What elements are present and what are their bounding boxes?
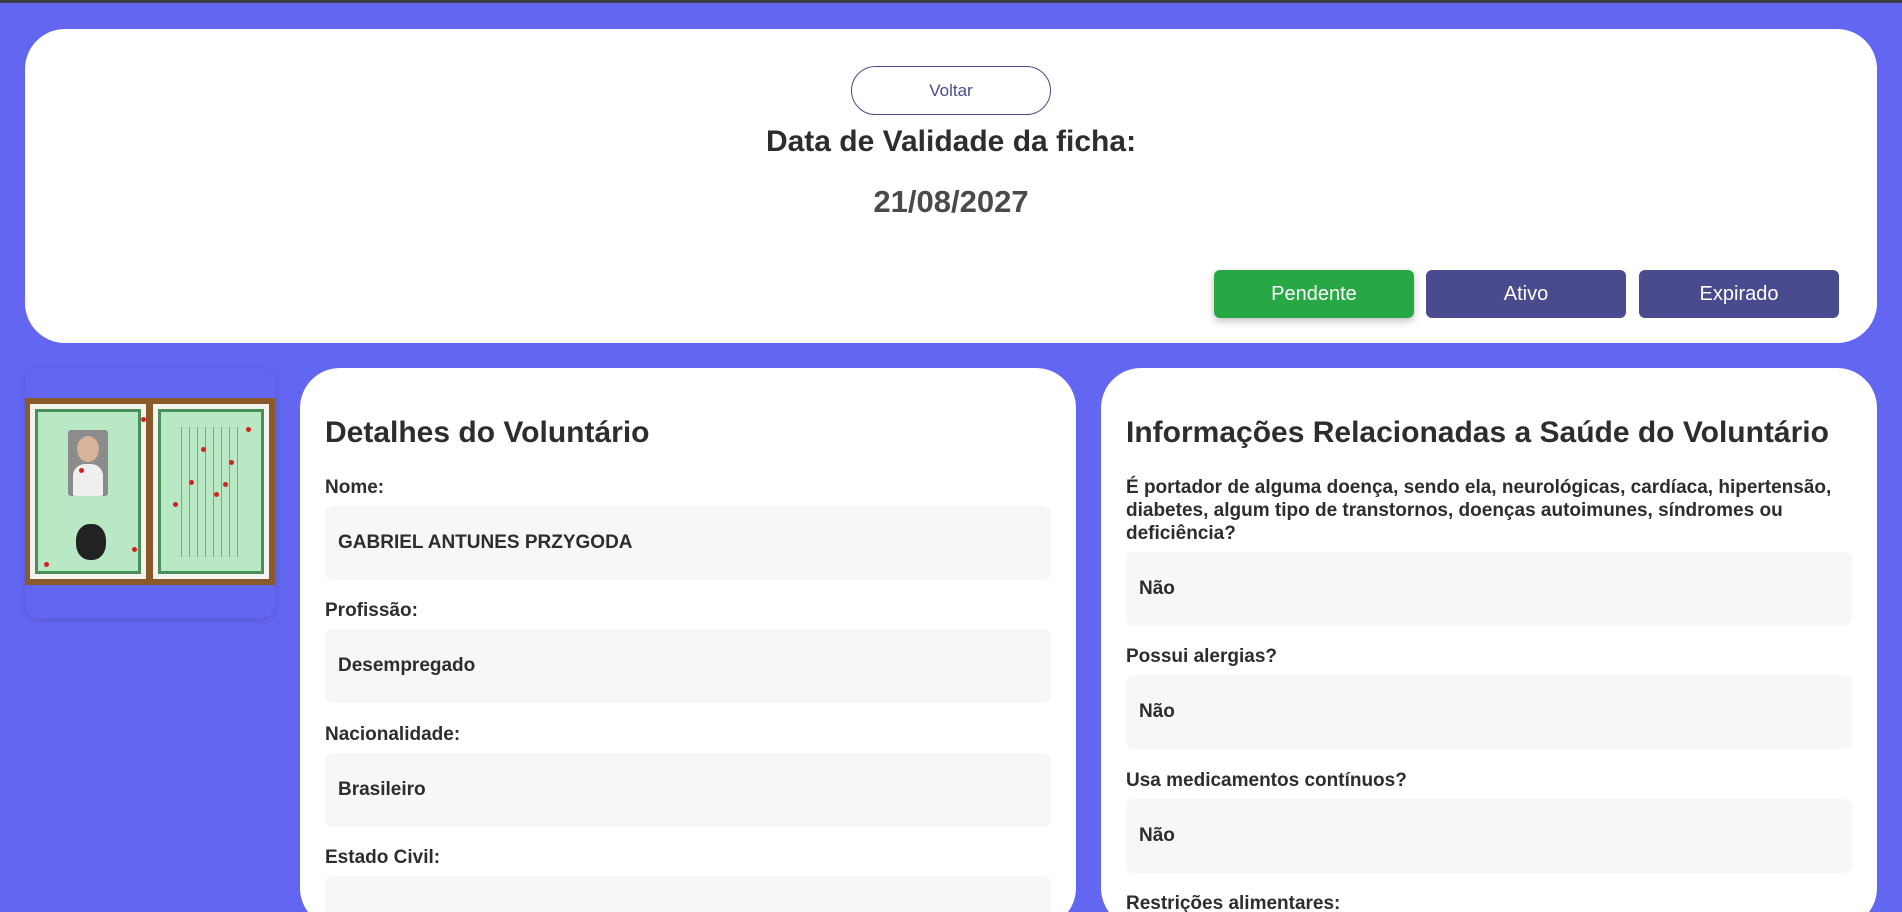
health-info-card: Informações Relacionadas a Saúde do Volu… (1101, 368, 1877, 912)
profession-label: Profissão: (325, 600, 418, 621)
marital-status-label: Estado Civil: (325, 847, 441, 868)
status-ativo-button[interactable]: Ativo (1426, 270, 1626, 318)
name-label: Nome: (325, 477, 385, 498)
profession-field: Desempregado (325, 629, 1051, 703)
document-text-lines (181, 427, 241, 557)
dietary-restrictions-label: Restrições alimentares: (1126, 893, 1341, 912)
portrait-photo (68, 430, 108, 496)
back-button[interactable]: Voltar (851, 66, 1051, 115)
medication-question-label: Usa medicamentos contínuos? (1126, 770, 1407, 791)
name-field: GABRIEL ANTUNES PRZYGODA (325, 506, 1051, 580)
header-card: Voltar Data de Validade da ficha: 21/08/… (25, 29, 1877, 343)
status-expirado-button[interactable]: Expirado (1639, 270, 1839, 318)
id-back-side (153, 404, 269, 579)
nationality-label: Nacionalidade: (325, 724, 461, 745)
id-document-image[interactable] (25, 398, 275, 585)
volunteer-details-card: Detalhes do Voluntário Nome: GABRIEL ANT… (300, 368, 1076, 912)
id-front-side (30, 404, 146, 579)
medication-answer-field: Não (1126, 799, 1852, 873)
fingerprint-icon (76, 524, 106, 560)
document-card[interactable] (25, 368, 275, 618)
disease-question-label: É portador de alguma doença, sendo ela, … (1126, 477, 1832, 544)
status-pendente-button[interactable]: Pendente (1214, 270, 1414, 318)
allergies-question-label: Possui alergias? (1126, 646, 1278, 667)
disease-answer-field: Não (1126, 552, 1852, 626)
top-border (0, 0, 1902, 3)
allergies-answer-field: Não (1126, 675, 1852, 749)
validity-date: 21/08/2027 (873, 184, 1029, 219)
marital-status-field (325, 876, 1051, 912)
health-info-title: Informações Relacionadas a Saúde do Volu… (1126, 416, 1829, 449)
validity-title: Data de Validade da ficha: (765, 125, 1137, 158)
volunteer-details-title: Detalhes do Voluntário (325, 416, 650, 449)
nationality-field: Brasileiro (325, 753, 1051, 827)
